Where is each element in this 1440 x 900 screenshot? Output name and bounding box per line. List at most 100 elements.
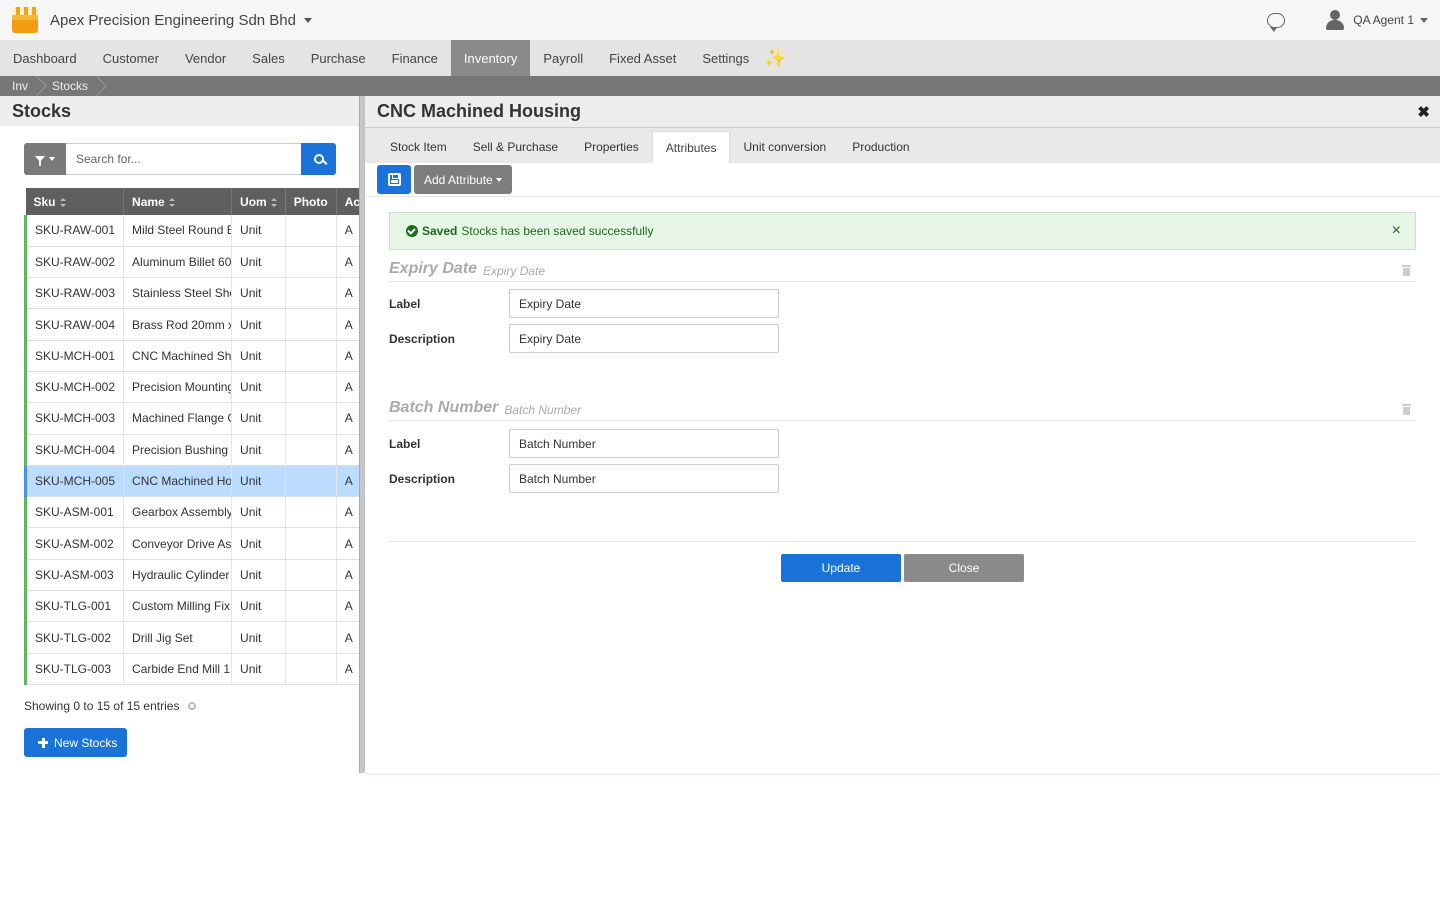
uom-cell: Unit	[231, 277, 286, 310]
breadcrumb-stocks[interactable]: Stocks	[40, 76, 100, 96]
breadcrumb-inv[interactable]: Inv	[0, 76, 40, 96]
trash-icon[interactable]	[1402, 265, 1411, 276]
photo-cell	[285, 496, 337, 529]
column-header-sku[interactable]: Sku	[25, 188, 125, 215]
update-button[interactable]: Update	[781, 554, 901, 582]
tab-production[interactable]: Production	[839, 131, 922, 163]
column-header-active[interactable]: Ac	[336, 188, 360, 215]
company-selector[interactable]: Apex Precision Engineering Sdn Bhd	[38, 12, 312, 29]
tab-unit-conversion[interactable]: Unit conversion	[730, 131, 839, 163]
sku-cell: SKU-TLG-002	[23, 621, 125, 654]
table-row[interactable]: SKU-RAW-002 Aluminum Billet 60 Unit A	[23, 246, 360, 279]
active-cell[interactable]: A	[336, 590, 360, 623]
nav-fixed-asset[interactable]: Fixed Asset	[596, 40, 689, 76]
save-button[interactable]	[377, 165, 411, 194]
table-row[interactable]: SKU-ASM-003 Hydraulic Cylinder Unit A	[23, 559, 360, 592]
close-icon[interactable]: ×	[1392, 222, 1401, 240]
active-cell[interactable]: A	[336, 559, 360, 592]
active-cell[interactable]: A	[336, 246, 360, 279]
attribute-name: Expiry Date	[389, 260, 478, 277]
active-cell[interactable]: A	[336, 653, 360, 685]
sort-icon	[270, 197, 277, 207]
table-row[interactable]: SKU-MCH-005 CNC Machined Ho Unit A	[23, 465, 360, 498]
description-input[interactable]	[509, 464, 779, 493]
search-button[interactable]	[301, 143, 336, 175]
active-cell[interactable]: A	[336, 371, 360, 404]
name-cell: CNC Machined Sh	[123, 340, 233, 372]
table-row[interactable]: SKU-ASM-002 Conveyor Drive As Unit A	[23, 527, 360, 560]
user-name: QA Agent 1	[1353, 13, 1414, 27]
description-field-label: Description	[389, 331, 456, 346]
tab-properties[interactable]: Properties	[571, 131, 652, 163]
column-header-uom[interactable]: Uom	[231, 188, 286, 215]
table-row[interactable]: SKU-MCH-001 CNC Machined Sh Unit A	[23, 340, 360, 372]
active-cell[interactable]: A	[336, 496, 360, 529]
nav-payroll[interactable]: Payroll	[530, 40, 596, 76]
nav-settings[interactable]: Settings	[689, 40, 762, 76]
sort-icon	[168, 197, 175, 207]
table-row[interactable]: SKU-RAW-001 Mild Steel Round B Unit A	[23, 215, 360, 247]
new-stocks-button[interactable]: New Stocks	[24, 728, 128, 757]
active-cell[interactable]: A	[336, 308, 360, 341]
tab-attributes[interactable]: Attributes	[651, 131, 731, 163]
column-header-name[interactable]: Name	[123, 188, 233, 215]
table-row[interactable]: SKU-MCH-002 Precision Mounting Unit A	[23, 371, 360, 404]
label-input[interactable]	[509, 289, 779, 318]
table-row[interactable]: SKU-TLG-003 Carbide End Mill 1 Unit A	[23, 653, 360, 685]
table-row[interactable]: SKU-ASM-001 Gearbox Assembly Unit A	[23, 496, 360, 529]
tab-stock-item[interactable]: Stock Item	[377, 131, 460, 163]
chat-icon[interactable]	[1267, 12, 1286, 32]
table-row[interactable]: SKU-MCH-004 Precision Bushing Unit A	[23, 434, 360, 466]
table-row[interactable]: SKU-MCH-003 Machined Flange C Unit A	[23, 402, 360, 435]
nav-sales[interactable]: Sales	[239, 40, 298, 76]
description-field-label: Description	[389, 471, 456, 486]
photo-cell	[285, 527, 337, 560]
active-cell[interactable]: A	[336, 465, 360, 498]
showing-text: Showing 0 to 15 of 15 entries	[24, 699, 180, 713]
active-cell[interactable]: A	[336, 434, 360, 466]
close-button[interactable]: Close	[904, 554, 1024, 582]
uom-cell: Unit	[231, 215, 286, 247]
nav-finance[interactable]: Finance	[379, 40, 451, 76]
description-input[interactable]	[509, 324, 779, 353]
sparkle-icon[interactable]: ✨	[764, 40, 786, 76]
name-cell: Carbide End Mill 1	[123, 653, 233, 685]
label-input[interactable]	[509, 429, 779, 458]
active-cell[interactable]: A	[336, 621, 360, 654]
active-cell[interactable]: A	[336, 215, 360, 247]
gear-icon[interactable]	[188, 702, 197, 710]
table-row[interactable]: SKU-RAW-004 Brass Rod 20mm x Unit A	[23, 308, 360, 341]
table-row[interactable]: SKU-TLG-002 Drill Jig Set Unit A	[23, 621, 360, 654]
trash-icon[interactable]	[1402, 404, 1411, 415]
table-row[interactable]: SKU-RAW-003 Stainless Steel She Unit A	[23, 277, 360, 310]
active-cell[interactable]: A	[336, 402, 360, 435]
table-row[interactable]: SKU-TLG-001 Custom Milling Fix Unit A	[23, 590, 360, 623]
add-attribute-button[interactable]: Add Attribute	[414, 165, 512, 194]
name-cell: Precision Bushing	[123, 434, 233, 466]
photo-cell	[285, 465, 337, 498]
filter-icon	[35, 156, 45, 166]
active-cell[interactable]: A	[336, 527, 360, 560]
photo-cell	[285, 246, 337, 279]
tab-sell-purchase[interactable]: Sell & Purchase	[460, 131, 571, 163]
close-icon[interactable]: ✖	[1417, 103, 1430, 121]
nav-inventory[interactable]: Inventory	[450, 40, 531, 76]
sku-cell: SKU-TLG-001	[23, 590, 125, 623]
user-menu[interactable]: QA Agent 1	[1325, 10, 1428, 30]
attribute-subtitle: Expiry Date	[483, 264, 546, 278]
top-header: Apex Precision Engineering Sdn Bhd QA Ag…	[0, 0, 1440, 40]
search-input[interactable]	[66, 143, 301, 175]
nav-dashboard[interactable]: Dashboard	[0, 40, 90, 76]
nav-customer[interactable]: Customer	[90, 40, 172, 76]
search-bar	[24, 143, 336, 175]
active-cell[interactable]: A	[336, 340, 360, 372]
check-circle-icon	[406, 225, 418, 237]
filter-button[interactable]	[24, 143, 66, 175]
sku-cell: SKU-MCH-005	[23, 465, 125, 498]
nav-purchase[interactable]: Purchase	[298, 40, 379, 76]
nav-vendor[interactable]: Vendor	[172, 40, 239, 76]
active-cell[interactable]: A	[336, 277, 360, 310]
name-cell: Conveyor Drive As	[123, 527, 233, 560]
sku-cell: SKU-MCH-004	[23, 434, 125, 466]
uom-cell: Unit	[231, 371, 286, 404]
